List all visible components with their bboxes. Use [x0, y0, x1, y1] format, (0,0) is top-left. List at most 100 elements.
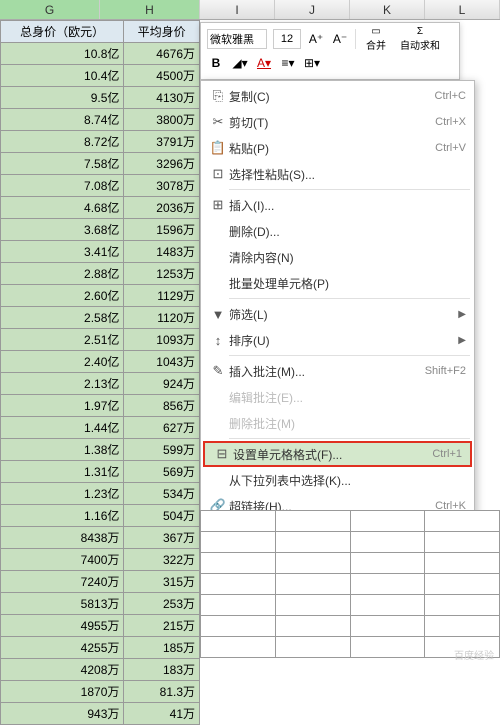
cell[interactable]: 2.40亿: [1, 351, 124, 373]
cell[interactable]: 1.38亿: [1, 439, 124, 461]
cell[interactable]: 1043万: [124, 351, 200, 373]
font-size-select[interactable]: [273, 29, 301, 49]
empty-cell[interactable]: [275, 532, 350, 553]
empty-cell[interactable]: [275, 616, 350, 637]
empty-cell[interactable]: [350, 532, 425, 553]
cell[interactable]: 1.44亿: [1, 417, 124, 439]
empty-cell[interactable]: [350, 616, 425, 637]
empty-cell[interactable]: [425, 511, 500, 532]
cell[interactable]: 10.4亿: [1, 65, 124, 87]
cell[interactable]: 1129万: [124, 285, 200, 307]
empty-cell[interactable]: [275, 637, 350, 658]
cell[interactable]: 1596万: [124, 219, 200, 241]
menu-insert-comment[interactable]: ✎插入批注(M)...Shift+F2: [201, 358, 474, 384]
cell[interactable]: 8438万: [1, 527, 124, 549]
cell[interactable]: 81.3万: [124, 681, 200, 703]
increase-font-icon[interactable]: A⁺: [307, 30, 325, 48]
col-header[interactable]: I: [200, 0, 275, 19]
cell[interactable]: 4255万: [1, 637, 124, 659]
cell[interactable]: 183万: [124, 659, 200, 681]
cell[interactable]: 253万: [124, 593, 200, 615]
empty-cell[interactable]: [201, 553, 276, 574]
cell[interactable]: 4130万: [124, 87, 200, 109]
menu-batch[interactable]: 批量处理单元格(P): [201, 270, 474, 296]
merge-button[interactable]: ▭ 合并: [362, 26, 390, 52]
cell[interactable]: 4676万: [124, 43, 200, 65]
empty-cell[interactable]: [201, 574, 276, 595]
cell[interactable]: 3791万: [124, 131, 200, 153]
menu-insert[interactable]: ⊞插入(I)...: [201, 192, 474, 218]
menu-filter[interactable]: ▼筛选(L)▶: [201, 301, 474, 327]
cell[interactable]: 7240万: [1, 571, 124, 593]
cell[interactable]: 1483万: [124, 241, 200, 263]
autosum-button[interactable]: Σ 自动求和: [396, 26, 444, 52]
cell[interactable]: 8.72亿: [1, 131, 124, 153]
cell[interactable]: 3.41亿: [1, 241, 124, 263]
cell[interactable]: 7.08亿: [1, 175, 124, 197]
cell[interactable]: 599万: [124, 439, 200, 461]
empty-cell[interactable]: [425, 616, 500, 637]
cell[interactable]: 1870万: [1, 681, 124, 703]
empty-cell[interactable]: [425, 595, 500, 616]
empty-cell[interactable]: [201, 532, 276, 553]
fill-color-icon[interactable]: ◢▾: [231, 54, 249, 72]
cell[interactable]: 7400万: [1, 549, 124, 571]
col-header[interactable]: L: [425, 0, 500, 19]
col-header[interactable]: K: [350, 0, 425, 19]
cell[interactable]: 8.74亿: [1, 109, 124, 131]
menu-sort[interactable]: ↕排序(U)▶: [201, 327, 474, 353]
cell[interactable]: 5813万: [1, 593, 124, 615]
cell[interactable]: 4.68亿: [1, 197, 124, 219]
cell[interactable]: 2.51亿: [1, 329, 124, 351]
cell[interactable]: 1120万: [124, 307, 200, 329]
cell[interactable]: 1.16亿: [1, 505, 124, 527]
menu-edit-comment[interactable]: 编辑批注(E)...: [201, 384, 474, 410]
cell[interactable]: 4955万: [1, 615, 124, 637]
cell[interactable]: 215万: [124, 615, 200, 637]
border-icon[interactable]: ⊞▾: [303, 54, 321, 72]
menu-clear[interactable]: 清除内容(N): [201, 244, 474, 270]
col-header[interactable]: J: [275, 0, 350, 19]
cell[interactable]: 1.31亿: [1, 461, 124, 483]
cell[interactable]: 3.68亿: [1, 219, 124, 241]
empty-cell[interactable]: [350, 553, 425, 574]
menu-copy[interactable]: ⎘复制(C)Ctrl+C: [201, 83, 474, 109]
cell[interactable]: 3296万: [124, 153, 200, 175]
font-select[interactable]: [207, 29, 267, 49]
cell[interactable]: 1253万: [124, 263, 200, 285]
cell[interactable]: 4208万: [1, 659, 124, 681]
cell[interactable]: 2.88亿: [1, 263, 124, 285]
cell[interactable]: 2.13亿: [1, 373, 124, 395]
empty-cell[interactable]: [425, 553, 500, 574]
cell[interactable]: 2.60亿: [1, 285, 124, 307]
empty-cell[interactable]: [201, 511, 276, 532]
align-icon[interactable]: ≡▾: [279, 54, 297, 72]
cell[interactable]: 504万: [124, 505, 200, 527]
menu-delete-comment[interactable]: 删除批注(M): [201, 410, 474, 436]
empty-cell[interactable]: [201, 637, 276, 658]
bold-icon[interactable]: B: [207, 54, 225, 72]
empty-cell[interactable]: [201, 595, 276, 616]
cell[interactable]: 7.58亿: [1, 153, 124, 175]
cell[interactable]: 856万: [124, 395, 200, 417]
menu-delete[interactable]: 删除(D)...: [201, 218, 474, 244]
col-header[interactable]: H: [100, 0, 200, 19]
decrease-font-icon[interactable]: A⁻: [331, 30, 349, 48]
menu-paste[interactable]: 📋粘贴(P)Ctrl+V: [201, 135, 474, 161]
cell[interactable]: 2036万: [124, 197, 200, 219]
cell[interactable]: 943万: [1, 703, 124, 725]
menu-paste-special[interactable]: ⊡选择性粘贴(S)...: [201, 161, 474, 187]
cell[interactable]: 1.23亿: [1, 483, 124, 505]
empty-cell[interactable]: [201, 616, 276, 637]
cell[interactable]: 315万: [124, 571, 200, 593]
col-header[interactable]: G: [0, 0, 100, 19]
font-color-icon[interactable]: A▾: [255, 54, 273, 72]
empty-cell[interactable]: [275, 574, 350, 595]
empty-cell[interactable]: [275, 595, 350, 616]
cell[interactable]: 3800万: [124, 109, 200, 131]
cell[interactable]: 1093万: [124, 329, 200, 351]
empty-cell[interactable]: [275, 511, 350, 532]
menu-format-cells[interactable]: ⊟设置单元格格式(F)...Ctrl+1: [203, 441, 472, 467]
cell[interactable]: 4500万: [124, 65, 200, 87]
cell[interactable]: 569万: [124, 461, 200, 483]
